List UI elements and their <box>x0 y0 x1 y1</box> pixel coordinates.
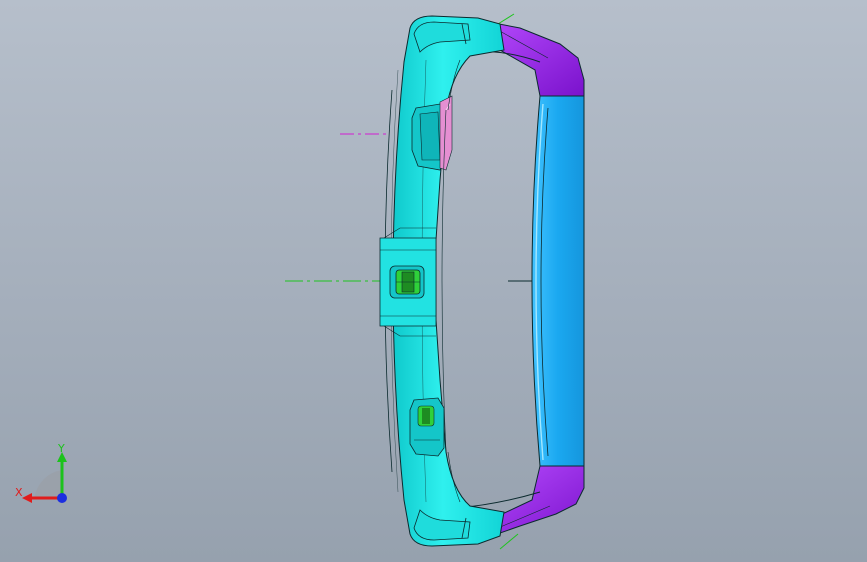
triad-x-label: X <box>15 486 23 499</box>
center-clip[interactable] <box>389 265 425 299</box>
cad-viewport[interactable] <box>0 0 867 562</box>
top-diagonal-mark <box>497 13 515 25</box>
coordinate-triad-icon: Y X <box>15 442 67 503</box>
triad-x-arrow <box>22 493 32 503</box>
triad-plane <box>34 470 62 498</box>
inner-rails <box>457 50 541 509</box>
lens-panel[interactable] <box>531 95 585 467</box>
triad-y-label: Y <box>57 442 65 455</box>
lower-slot[interactable] <box>409 397 445 457</box>
triad-z-axis <box>57 493 67 503</box>
bottom-diagonal-mark <box>499 533 519 550</box>
